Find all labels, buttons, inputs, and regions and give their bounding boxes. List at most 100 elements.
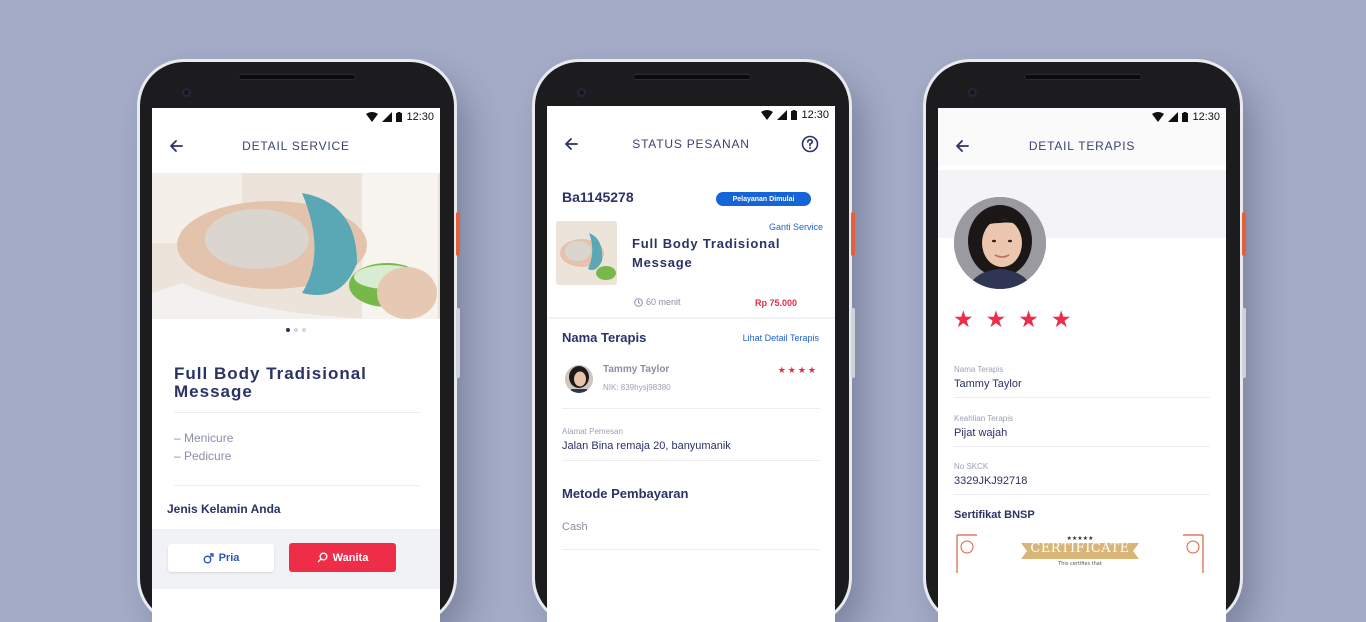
help-circle-icon[interactable]: [801, 135, 819, 153]
certificate-subtext: This certifies that: [1057, 561, 1102, 567]
battery-icon: [1182, 112, 1189, 122]
payment-method: Cash: [562, 521, 588, 533]
status-bar: 12:30: [152, 108, 440, 126]
star-icon: ★: [985, 306, 1007, 332]
phone-detail-service: 12:30 DETAIL SERVICE Full Body Tradision…: [140, 62, 460, 622]
volume-button: [1242, 308, 1246, 378]
earpiece-speaker: [1024, 74, 1142, 80]
earpiece-speaker: [238, 74, 356, 80]
service-price: Rp 75.000: [755, 298, 798, 308]
female-icon: [317, 552, 328, 563]
power-button: [456, 212, 460, 256]
page-title: DETAIL TERAPIS: [1028, 139, 1136, 153]
status-bar: 12:30: [938, 108, 1226, 126]
divider: [562, 408, 820, 409]
carousel-indicator[interactable]: [152, 328, 440, 332]
divider: [954, 397, 1210, 398]
field-value: Pijat wajah: [954, 427, 1008, 439]
service-title: Full Body Tradisional Message: [174, 364, 367, 401]
star-icon: ★: [1018, 306, 1039, 332]
signal-icon: [1168, 112, 1179, 122]
gender-button-label: Pria: [218, 552, 240, 564]
carousel-dot[interactable]: [286, 328, 290, 332]
therapist-nik: NIK: 839hysj98380: [603, 383, 671, 392]
address-label: Alamat Pemesan: [562, 427, 623, 436]
divider: [562, 549, 820, 550]
field-label: No SKCK: [954, 462, 989, 471]
therapist-rating: ★ ★ ★ ★: [953, 306, 1072, 332]
therapist-rating: ★★★★: [778, 365, 818, 376]
male-icon: [203, 552, 214, 563]
divider: [174, 485, 420, 486]
status-badge: Pelayanan Dimulai: [716, 192, 811, 206]
battery-icon: [396, 112, 403, 122]
arrow-left-icon[interactable]: [563, 136, 579, 152]
star-icon: ★: [797, 365, 808, 375]
gender-button-label: Wanita: [332, 551, 369, 564]
app-bar: STATUS PESANAN: [547, 124, 835, 164]
list-item: – Menicure: [174, 431, 234, 445]
service-items-list: – Menicure – Pedicure: [174, 429, 233, 465]
wifi-icon: [761, 110, 774, 120]
star-icon: ★: [807, 365, 818, 375]
star-icon: ★: [1050, 306, 1072, 332]
power-button: [1242, 212, 1246, 256]
duration-text: 60 menit: [646, 297, 681, 307]
address-value: Jalan Bina remaja 20, banyumanik: [562, 440, 731, 452]
earpiece-speaker: [633, 74, 751, 80]
phone-status-pesanan: 12:30 STATUS PESANAN Ba1145278 Pelayanan…: [535, 62, 855, 622]
list-item: – Pedicure: [174, 449, 232, 463]
phone-detail-terapis: 12:30 DETAIL TERAPIS ★ ★ ★ ★ Nama Terapi…: [926, 62, 1246, 622]
gender-button-wanita[interactable]: Wanita: [289, 543, 396, 572]
page-title: STATUS PESANAN: [632, 137, 750, 151]
field-label: Nama Terapis: [954, 365, 1004, 374]
divider: [954, 494, 1210, 495]
front-camera: [182, 88, 191, 97]
gender-selector: Pria Wanita: [152, 529, 440, 589]
app-bar: DETAIL SERVICE: [152, 126, 440, 166]
status-time: 12:30: [801, 109, 829, 121]
status-bar: 12:30: [547, 106, 835, 124]
field-value: 3329JKJ92718: [954, 475, 1028, 487]
front-camera: [968, 88, 977, 97]
star-icon: ★: [787, 365, 798, 375]
signal-icon: [777, 110, 788, 120]
arrow-left-icon[interactable]: [168, 138, 184, 154]
divider: [174, 412, 420, 413]
service-photo: [152, 173, 440, 319]
volume-button: [851, 308, 855, 378]
carousel-dot[interactable]: [302, 328, 306, 332]
gender-label: Jenis Kelamin Anda: [167, 502, 281, 516]
field-value: Tammy Taylor: [954, 378, 1022, 390]
divider: [562, 460, 820, 461]
star-icon: ★: [777, 365, 788, 375]
certificate-banner: CERTIFICATE: [1030, 541, 1130, 556]
change-service-link[interactable]: Ganti Service: [769, 222, 823, 232]
divider: [547, 317, 835, 319]
certificate-image[interactable]: ★★★★★ This certifies that CERTIFICATE: [955, 533, 1205, 593]
wifi-icon: [366, 112, 379, 122]
clock-icon: [634, 297, 643, 307]
screen: 12:30 DETAIL SERVICE Full Body Tradision…: [152, 108, 440, 622]
service-name: Full Body Tradisional Message: [632, 236, 781, 270]
volume-button: [456, 308, 460, 378]
screen: 12:30 STATUS PESANAN Ba1145278 Pelayanan…: [547, 106, 835, 622]
front-camera: [577, 88, 586, 97]
certificate-title: Sertifikat BNSP: [954, 509, 1035, 521]
battery-icon: [791, 110, 798, 120]
power-button: [851, 212, 855, 256]
gender-button-pria[interactable]: Pria: [168, 544, 274, 572]
therapist-detail-link[interactable]: Lihat Detail Terapis: [743, 333, 819, 343]
wifi-icon: [1152, 112, 1165, 122]
order-id: Ba1145278: [562, 189, 634, 205]
page-title: DETAIL SERVICE: [242, 139, 350, 153]
status-time: 12:30: [406, 111, 434, 123]
status-time: 12:30: [1192, 111, 1220, 123]
carousel-dot[interactable]: [294, 328, 298, 332]
payment-section-title: Metode Pembayaran: [562, 486, 689, 501]
app-bar: DETAIL TERAPIS: [938, 126, 1226, 166]
therapist-section-title: Nama Terapis: [562, 330, 647, 345]
arrow-left-icon[interactable]: [954, 138, 970, 154]
field-label: Keahlian Terapis: [954, 414, 1014, 423]
therapist-name: Tammy Taylor: [603, 364, 670, 375]
